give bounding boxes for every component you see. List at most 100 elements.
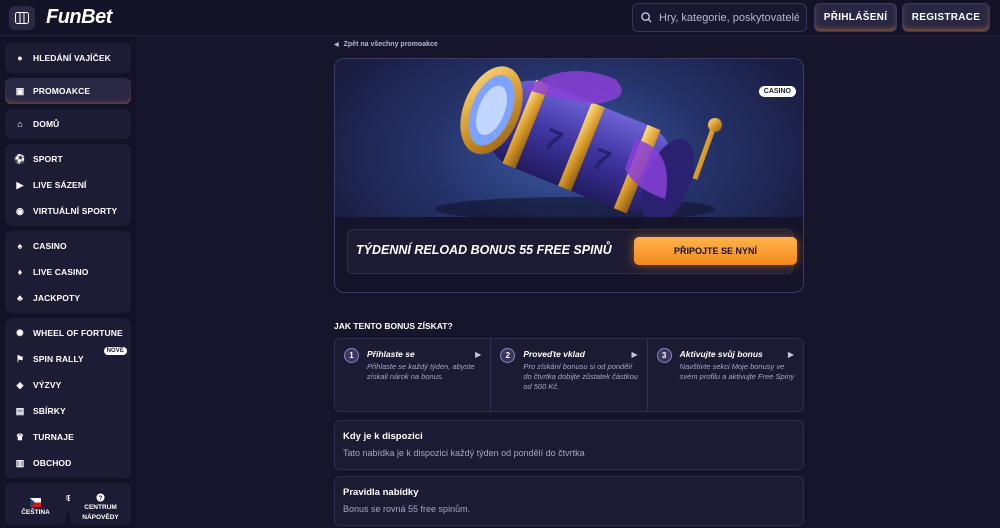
promo-hero: 7 7 CASINO TÝDENNÍ RELOAD BONUS 55 FREE …: [334, 58, 804, 293]
search-icon: [641, 12, 652, 23]
availability-title: Kdy je k dispozici: [343, 431, 423, 442]
register-button[interactable]: REGISTRACE: [902, 3, 990, 32]
step-title: Proveďte vklad: [523, 349, 585, 359]
shop-icon: ▥: [15, 457, 25, 468]
sidebar-item-jackpots[interactable]: ♣ JACKPOTY: [5, 285, 131, 311]
clover-icon: ♣: [16, 293, 23, 303]
collection-icon: ▤: [15, 405, 25, 416]
sidebar-item-collections[interactable]: ▤ SBÍRKY: [5, 398, 131, 424]
steps-panel: 1 ▶ Přihlaste se Přihlaste se každý týde…: [334, 338, 804, 412]
top-header: FunBet PŘIHLÁŠENÍ REGISTRACE: [0, 0, 1000, 36]
sidebar-item-virtual-sports[interactable]: ◉ VIRTUÁLNÍ SPORTY: [5, 198, 131, 224]
sidebar-group: ✺ WHEEL OF FORTUNE ⚑ SPIN RALLY NOVÉ ◈ V…: [5, 318, 131, 478]
sidebar-item-challenges[interactable]: ◈ VÝZVY: [5, 372, 131, 398]
back-link-label: Zpět na všechny promoakce: [343, 41, 438, 48]
chevron-left-icon: ◀: [334, 42, 339, 48]
sidebar-item-label: JACKPOTY: [33, 293, 81, 303]
rules-text: Bonus se rovná 55 free spinům.: [343, 504, 471, 514]
availability-text: Tato nabídka je k dispozici každý týden …: [343, 448, 585, 458]
sidebar-group: ▣ PROMOAKCE: [5, 78, 131, 104]
step-text: Navštivte sekci Moje bonusy ve svém prof…: [679, 362, 795, 381]
sidebar-item-promotions[interactable]: ▣ PROMOAKCE: [5, 78, 131, 104]
new-badge: NOVÉ: [103, 347, 127, 355]
cards-icon: ♠: [17, 241, 23, 251]
help-label-line1: CENTRUM: [84, 504, 117, 512]
sidebar-item-label: SPORT: [33, 154, 63, 164]
flag-icon: ⚑: [15, 353, 25, 364]
help-center-button[interactable]: ? CENTRUM NÁPOVĚDY: [70, 489, 131, 525]
step-number: 1: [344, 348, 359, 363]
play-arrow-icon: ▶: [475, 350, 482, 359]
rules-title: Pravidla nabídky: [343, 487, 419, 498]
step-title: Přihlaste se: [367, 349, 415, 359]
play-arrow-icon: ▶: [631, 350, 638, 359]
sidebar-item-home[interactable]: ⌂ DOMŮ: [5, 111, 131, 137]
live-cards-icon: ♦: [17, 267, 23, 277]
step-text: Pro získání bonusu si od pondělí do čtvr…: [523, 362, 638, 391]
sidebar-item-label: CASINO: [33, 241, 67, 251]
sidebar-group: ⚽ SPORT ▶ LIVE SÁZENÍ ◉ VIRTUÁLNÍ SPORTY: [5, 144, 131, 226]
join-now-button[interactable]: PŘIPOJTE SE NYNÍ: [634, 237, 797, 265]
sidebar-item-label: HLEDÁNÍ VAJÍČEK: [33, 53, 111, 63]
sidebar-item-casino[interactable]: ♠ CASINO: [5, 233, 131, 259]
play-arrow-icon: ▶: [787, 350, 794, 359]
sidebar-footer: ČEŠTINA ? CENTRUM NÁPOVĚDY: [5, 489, 131, 525]
search-box[interactable]: [632, 3, 807, 32]
casino-badge: CASINO: [758, 86, 796, 97]
sidebar-item-sport[interactable]: ⚽ SPORT: [5, 146, 131, 172]
sidebar-group: ⌂ DOMŮ: [5, 109, 131, 139]
step-title: Aktivujte svůj bonus: [679, 349, 763, 359]
promo-card: TÝDENNÍ RELOAD BONUS 55 FREE SPINŮ PŘIPO…: [347, 229, 797, 274]
sidebar-item-label: TURNAJE: [33, 432, 74, 442]
slot-machine-image: 7 7: [435, 66, 722, 219]
gamepad-icon: ◉: [16, 205, 24, 216]
sidebar-item-label: OBCHOD: [33, 458, 72, 468]
sidebar-item-label: VÝZVY: [33, 380, 62, 390]
svg-text:?: ?: [99, 495, 103, 502]
challenge-icon: ◈: [16, 379, 24, 390]
availability-panel: Kdy je k dispozici Tato nabídka je k dis…: [334, 420, 804, 470]
sidebar-item-label: PROMOAKCE: [33, 86, 91, 96]
trophy-icon: ♛: [15, 431, 25, 442]
sidebar-toggle-icon: [15, 12, 29, 24]
sidebar-item-live-betting[interactable]: ▶ LIVE SÁZENÍ: [5, 172, 131, 198]
sidebar-item-label: SPIN RALLY: [33, 354, 84, 364]
sidebar-item-label: LIVE SÁZENÍ: [33, 180, 87, 190]
sidebar-item-label: DOMŮ: [33, 119, 60, 129]
step-item[interactable]: 2 ▶ Proveďte vklad Pro získání bonusu si…: [490, 339, 646, 411]
step-text: Přihlaste se každý týden, abyste získali…: [367, 362, 475, 381]
login-button[interactable]: PŘIHLÁŠENÍ: [814, 3, 897, 32]
sidebar-item-label: VIRTUÁLNÍ SPORTY: [33, 206, 118, 216]
language-label: ČEŠTINA: [21, 508, 50, 516]
rules-panel: Pravidla nabídky Bonus se rovná 55 free …: [334, 476, 804, 526]
czech-flag-icon: [30, 497, 41, 507]
funbet-logo[interactable]: FunBet: [46, 6, 112, 30]
sidebar-group: ♠ CASINO ♦ LIVE CASINO ♣ JACKPOTY: [5, 231, 131, 313]
sidebar-item-egg-hunt[interactable]: ● HLEDÁNÍ VAJÍČEK: [5, 45, 131, 71]
help-label-line2: NÁPOVĚDY: [82, 513, 119, 521]
back-link[interactable]: ◀ Zpět na všechny promoakce: [334, 41, 438, 48]
menu-toggle-button[interactable]: [9, 6, 35, 30]
sidebar-item-label: LIVE CASINO: [33, 267, 89, 277]
step-item[interactable]: 3 ▶ Aktivujte svůj bonus Navštivte sekci…: [646, 339, 803, 411]
wheel-icon: ✺: [16, 327, 24, 338]
egg-icon: ●: [17, 53, 23, 63]
sidebar-item-spin-rally[interactable]: ⚑ SPIN RALLY NOVÉ: [5, 346, 131, 372]
sidebar-group: ● HLEDÁNÍ VAJÍČEK: [5, 43, 131, 73]
step-item[interactable]: 1 ▶ Přihlaste se Přihlaste se každý týde…: [335, 339, 490, 411]
sidebar: ● HLEDÁNÍ VAJÍČEK ▣ PROMOAKCE ⌂ DOMŮ ⚽ S…: [0, 37, 136, 528]
sidebar-item-tournaments[interactable]: ♛ TURNAJE: [5, 424, 131, 450]
how-to-title: JAK TENTO BONUS ZÍSKAT?: [334, 321, 453, 331]
gift-icon: ▣: [15, 85, 25, 96]
sidebar-item-label: WHEEL OF FORTUNE: [33, 328, 123, 338]
search-input[interactable]: [659, 11, 799, 24]
home-icon: ⌂: [17, 119, 23, 129]
step-number: 2: [500, 348, 516, 363]
language-selector[interactable]: ČEŠTINA: [5, 489, 66, 525]
sidebar-item-live-casino[interactable]: ♦ LIVE CASINO: [5, 259, 131, 285]
soccer-ball-icon: ⚽: [14, 153, 26, 164]
sidebar-item-shop[interactable]: ▥ OBCHOD: [5, 450, 131, 476]
question-icon: ?: [96, 493, 105, 502]
sidebar-item-wheel-of-fortune[interactable]: ✺ WHEEL OF FORTUNE: [5, 320, 131, 346]
sidebar-item-label: SBÍRKY: [33, 406, 66, 416]
